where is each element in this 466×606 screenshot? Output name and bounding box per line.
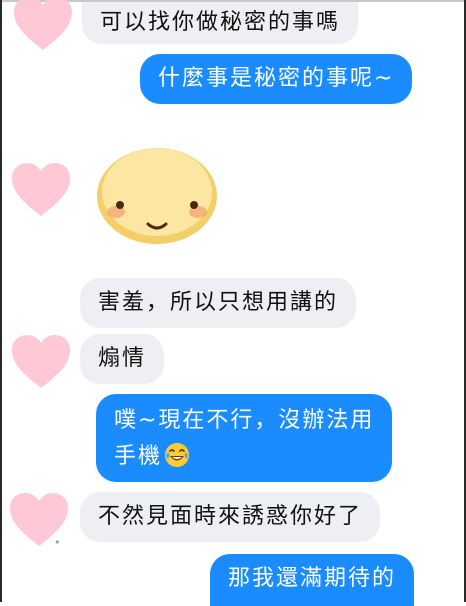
message-text-line: 手機: [114, 444, 163, 469]
laughing-tears-emoji-icon: [164, 442, 190, 468]
message-bubble-incoming[interactable]: 害羞，所以只想用講的: [80, 278, 357, 328]
message-bubble-incoming[interactable]: 可以找你做秘密的事嗎: [82, 2, 359, 44]
message-text: 煽情: [98, 346, 147, 371]
message-bubble-incoming[interactable]: 煽情: [80, 334, 165, 384]
message-text: 害羞，所以只想用講的: [98, 290, 339, 315]
blushing-face-sticker[interactable]: [94, 138, 220, 246]
message-text-line: 噗~現在不行，沒辦法用: [114, 408, 375, 433]
message-bubble-outgoing[interactable]: 那我還滿期待的: [210, 554, 415, 606]
message-bubble-outgoing[interactable]: 噗~現在不行，沒辦法用 手機: [96, 394, 393, 482]
avatar-heart-icon[interactable]: [12, 0, 74, 52]
avatar-heart-icon[interactable]: [10, 162, 72, 218]
avatar-heart-icon[interactable]: [8, 492, 70, 548]
read-receipt-icon: •: [54, 536, 61, 549]
message-text: 那我還滿期待的: [228, 566, 397, 591]
avatar-heart-icon[interactable]: [10, 334, 72, 390]
message-text: 不然見面時來誘惑你好了: [98, 504, 363, 529]
left-edge: [0, 0, 2, 602]
message-text: 什麼事是秘密的事呢~: [158, 66, 395, 91]
message-bubble-incoming[interactable]: 不然見面時來誘惑你好了: [80, 492, 381, 542]
message-text: 可以找你做秘密的事嗎: [100, 10, 341, 35]
message-bubble-outgoing[interactable]: 什麼事是秘密的事呢~: [140, 54, 413, 104]
